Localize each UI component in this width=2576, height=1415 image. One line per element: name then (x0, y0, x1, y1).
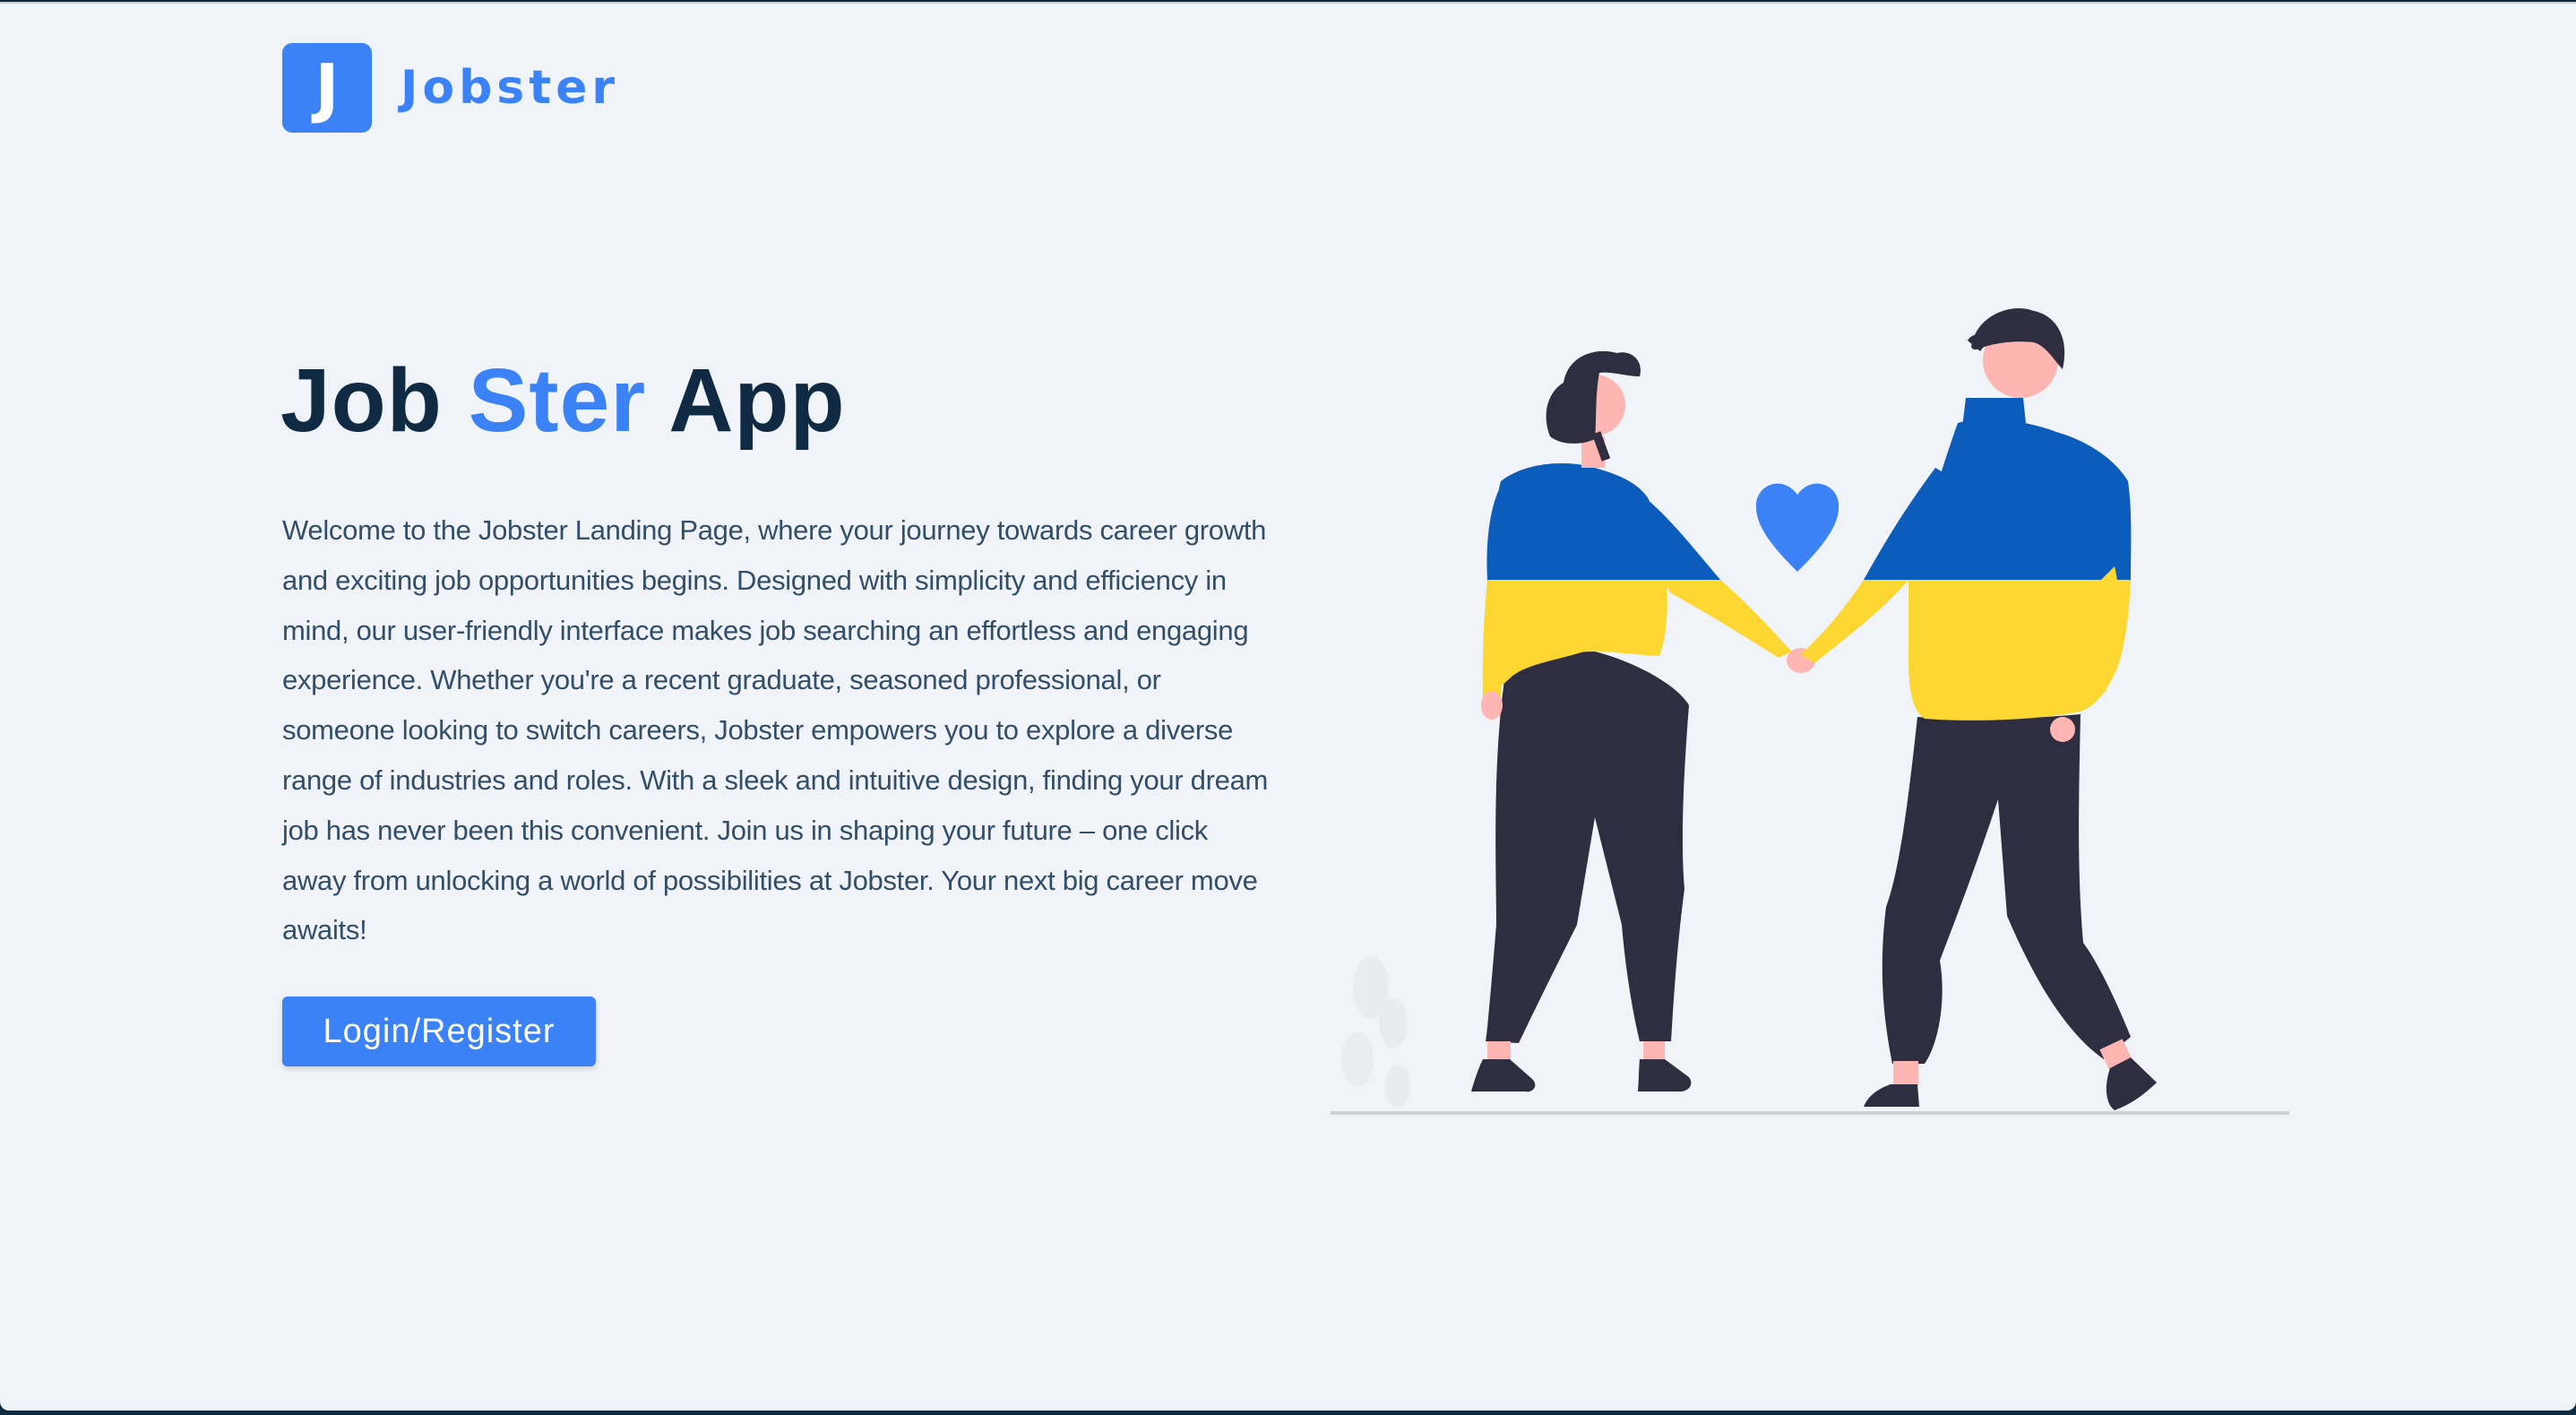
hero-title-accent: Ster (468, 350, 647, 451)
hero-description: Welcome to the Jobster Landing Page, whe… (282, 514, 1269, 946)
hero-title: Job Ster App (280, 351, 846, 450)
heart-icon (1755, 483, 1839, 572)
login-register-button[interactable]: Login/Register (282, 997, 596, 1066)
top-border (0, 2, 2576, 4)
couple-holding-hands-illustration (1331, 307, 2289, 1115)
faint-plant (1341, 956, 1410, 1108)
man-figure (1801, 307, 2157, 1110)
woman-figure (1471, 350, 1792, 1092)
logo-icon[interactable]: J (282, 43, 372, 133)
navbar: J Jobster (282, 43, 619, 133)
brand-name[interactable]: Jobster (401, 61, 619, 115)
landing-page: J Jobster Job Ster App Welcome to the Jo… (0, 2, 2576, 1411)
hero-title-part2: App (668, 350, 846, 451)
hero-title-part1: Job (280, 350, 443, 451)
